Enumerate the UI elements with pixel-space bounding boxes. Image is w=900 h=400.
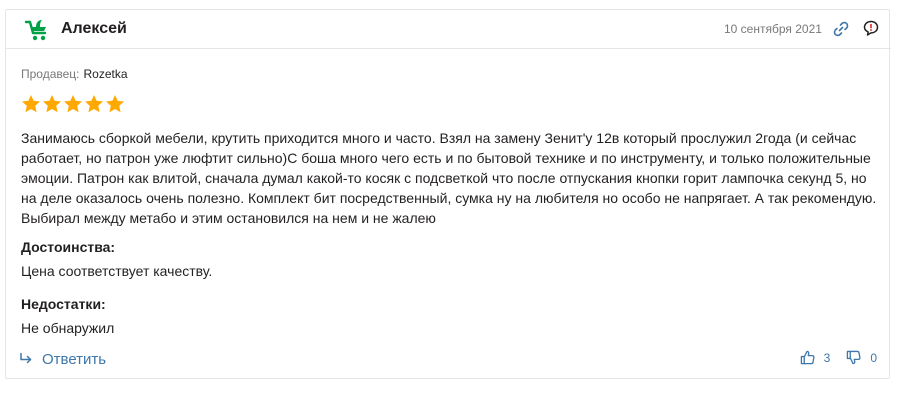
thumbs-down-icon [847,350,861,365]
star-icon [22,95,40,113]
dislike-button[interactable]: 0 [846,350,877,365]
cart-avatar-icon [24,20,47,41]
cons-label: Недостатки: [21,296,106,312]
seller-info: Продавец: Rozetka [21,67,128,81]
pros-label: Достоинства: [21,239,116,255]
dislike-count: 0 [870,350,877,365]
vote-controls: 3 0 [800,350,877,365]
pros-text: Цена соответствует качеству. [21,263,213,279]
star-icon [85,95,103,113]
review-card: Алексей 10 сентября 2021 Продавец: Rozetk… [5,9,891,379]
review-header: Алексей 10 сентября 2021 [6,10,891,49]
thumbs-up-icon [800,350,815,365]
author-name: Алексей [61,20,127,37]
rating-stars [21,94,125,114]
reply-label: Ответить [42,350,107,368]
flag-icon[interactable] [862,19,880,37]
like-button[interactable]: 3 [800,350,831,365]
reply-button[interactable]: Ответить [19,349,106,369]
star-icon [64,95,82,113]
seller-label: Продавец: [21,67,80,81]
star-icon [43,95,61,113]
star-icon [106,95,124,113]
review-text: Занимаюсь сборкой мебели, крутить приход… [21,130,877,226]
review-date: 10 сентября 2021 [724,22,822,36]
link-icon[interactable] [832,20,850,38]
cons-text: Не обнаружил [21,320,115,336]
like-count: 3 [823,350,831,365]
seller-name: Rozetka [83,67,128,81]
reply-arrow-icon [20,352,32,364]
